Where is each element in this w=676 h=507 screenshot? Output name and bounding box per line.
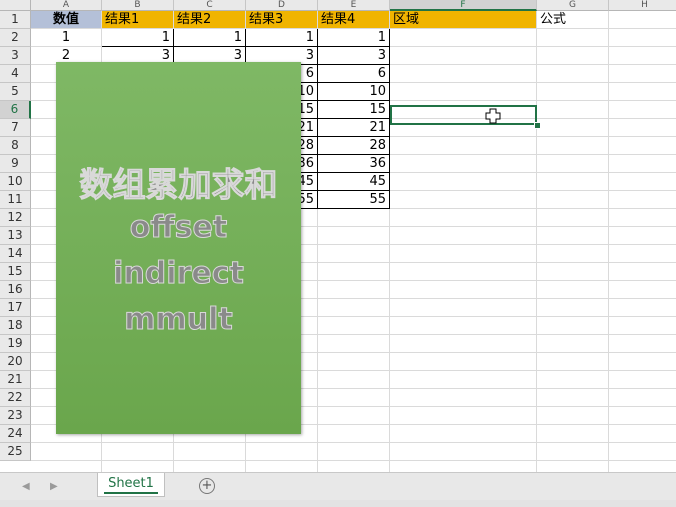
overlay-line-offset: offset <box>129 210 228 246</box>
cell-c2[interactable]: 1 <box>174 29 246 47</box>
row-header[interactable]: 12 <box>0 209 31 227</box>
row-header[interactable]: 11 <box>0 191 31 209</box>
cell-c1[interactable]: 结果2 <box>174 11 246 29</box>
cell-e10[interactable]: 45 <box>318 173 390 191</box>
spreadsheet-grid[interactable]: A B C D E F G H 1 2 3 4 5 6 7 8 9 10 11 … <box>0 0 676 472</box>
row-header[interactable]: 6 <box>0 101 31 119</box>
row-header[interactable]: 24 <box>0 425 31 443</box>
title-overlay-card: 数组累加求和 offset indirect mmult <box>56 62 301 434</box>
active-cell-f6[interactable] <box>390 105 537 125</box>
cell-e11[interactable]: 55 <box>318 191 390 209</box>
column-gridlines <box>608 11 609 472</box>
overlay-line-indirect: indirect <box>113 256 245 292</box>
row-header[interactable]: 15 <box>0 263 31 281</box>
cell-e1[interactable]: 结果4 <box>318 11 390 29</box>
row-header[interactable]: 23 <box>0 407 31 425</box>
sheet-tab-bar: ◀ ▶ Sheet1 + <box>0 472 676 501</box>
row-header[interactable]: 5 <box>0 83 31 101</box>
row-header[interactable]: 19 <box>0 335 31 353</box>
cell-a2[interactable]: 1 <box>31 29 102 47</box>
row-header[interactable]: 14 <box>0 245 31 263</box>
scroll-left-icon[interactable]: ◀ <box>22 481 30 492</box>
row-header[interactable]: 10 <box>0 173 31 191</box>
cell-e4[interactable]: 6 <box>318 65 390 83</box>
cell-a1[interactable]: 数值 <box>31 11 102 29</box>
cell-d1[interactable]: 结果3 <box>246 11 318 29</box>
row-header[interactable]: 1 <box>0 11 31 29</box>
column-gridlines <box>536 11 537 472</box>
row-header[interactable]: 8 <box>0 137 31 155</box>
row-header[interactable]: 25 <box>0 443 31 461</box>
row-header[interactable]: 4 <box>0 65 31 83</box>
column-header-g[interactable]: G <box>537 0 609 11</box>
cell-f1[interactable]: 区域 <box>390 11 537 29</box>
overlay-line-mmult: mmult <box>124 302 234 338</box>
row-header[interactable]: 17 <box>0 299 31 317</box>
row-header[interactable]: 16 <box>0 281 31 299</box>
cell-e5[interactable]: 10 <box>318 83 390 101</box>
add-sheet-icon[interactable]: + <box>199 478 215 494</box>
cell-e7[interactable]: 21 <box>318 119 390 137</box>
overlay-title: 数组累加求和 <box>79 165 278 205</box>
cell-e3[interactable]: 3 <box>318 47 390 65</box>
row-header[interactable]: 18 <box>0 317 31 335</box>
row-header[interactable]: 22 <box>0 389 31 407</box>
cell-d2[interactable]: 1 <box>246 29 318 47</box>
column-header-b[interactable]: B <box>102 0 174 11</box>
column-header-f[interactable]: F <box>390 0 537 11</box>
cell-cursor-icon <box>485 108 501 124</box>
cell-e6[interactable]: 15 <box>318 101 390 119</box>
cell-e2[interactable]: 1 <box>318 29 390 47</box>
column-header-e[interactable]: E <box>318 0 390 11</box>
row-header[interactable]: 2 <box>0 29 31 47</box>
row-header[interactable]: 13 <box>0 227 31 245</box>
scroll-right-icon[interactable]: ▶ <box>50 481 58 492</box>
cell-b1[interactable]: 结果1 <box>102 11 174 29</box>
row-header[interactable]: 3 <box>0 47 31 65</box>
row-header[interactable]: 21 <box>0 371 31 389</box>
select-all-corner[interactable] <box>0 0 31 11</box>
cell-e8[interactable]: 28 <box>318 137 390 155</box>
column-header-c[interactable]: C <box>174 0 246 11</box>
cell-e9[interactable]: 36 <box>318 155 390 173</box>
sheet-tab-sheet1[interactable]: Sheet1 <box>97 473 165 497</box>
column-header-a[interactable]: A <box>31 0 102 11</box>
fill-handle[interactable] <box>534 122 541 129</box>
column-header-d[interactable]: D <box>246 0 318 11</box>
row-header[interactable]: 20 <box>0 353 31 371</box>
cell-g1[interactable]: 公式 <box>537 11 609 29</box>
row-header[interactable]: 7 <box>0 119 31 137</box>
column-header-h[interactable]: H <box>609 0 676 11</box>
cell-b2[interactable]: 1 <box>102 29 174 47</box>
status-bar <box>0 500 676 507</box>
row-header[interactable]: 9 <box>0 155 31 173</box>
